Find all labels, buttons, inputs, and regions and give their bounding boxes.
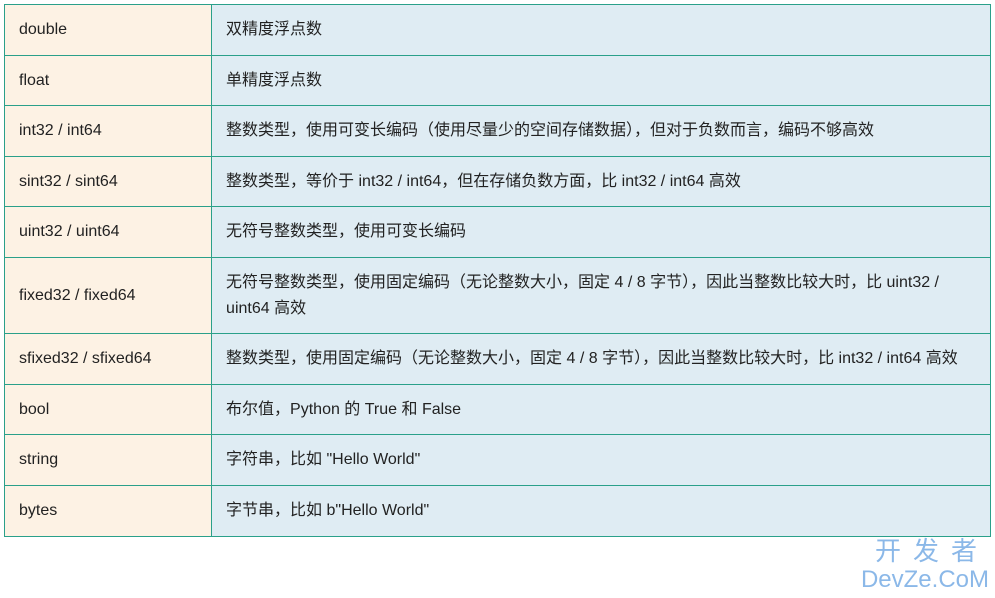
desc-cell: 整数类型，使用可变长编码（使用尽量少的空间存储数据），但对于负数而言，编码不够高… bbox=[212, 106, 991, 157]
type-cell: sint32 / sint64 bbox=[5, 156, 212, 207]
type-cell: bytes bbox=[5, 485, 212, 536]
desc-cell: 整数类型，使用固定编码（无论整数大小，固定 4 / 8 字节），因此当整数比较大… bbox=[212, 334, 991, 385]
table-row: uint32 / uint64 无符号整数类型，使用可变长编码 bbox=[5, 207, 991, 258]
table-row: sfixed32 / sfixed64 整数类型，使用固定编码（无论整数大小，固… bbox=[5, 334, 991, 385]
desc-cell: 双精度浮点数 bbox=[212, 5, 991, 56]
type-cell: fixed32 / fixed64 bbox=[5, 257, 212, 333]
table-row: string 字符串，比如 "Hello World" bbox=[5, 435, 991, 486]
type-cell: uint32 / uint64 bbox=[5, 207, 212, 258]
desc-cell: 整数类型，等价于 int32 / int64，但在存储负数方面，比 int32 … bbox=[212, 156, 991, 207]
desc-cell: 字符串，比如 "Hello World" bbox=[212, 435, 991, 486]
table-row: fixed32 / fixed64 无符号整数类型，使用固定编码（无论整数大小，… bbox=[5, 257, 991, 333]
type-cell: float bbox=[5, 55, 212, 106]
table-row: bool 布尔值，Python 的 True 和 False bbox=[5, 384, 991, 435]
watermark-en: DevZe.CoM bbox=[861, 566, 989, 594]
types-table: double 双精度浮点数 float 单精度浮点数 int32 / int64… bbox=[4, 4, 991, 537]
desc-cell: 无符号整数类型，使用可变长编码 bbox=[212, 207, 991, 258]
type-cell: string bbox=[5, 435, 212, 486]
desc-cell: 字节串，比如 b"Hello World" bbox=[212, 485, 991, 536]
table-row: bytes 字节串，比如 b"Hello World" bbox=[5, 485, 991, 536]
table-row: int32 / int64 整数类型，使用可变长编码（使用尽量少的空间存储数据）… bbox=[5, 106, 991, 157]
desc-cell: 布尔值，Python 的 True 和 False bbox=[212, 384, 991, 435]
table-row: double 双精度浮点数 bbox=[5, 5, 991, 56]
type-cell: sfixed32 / sfixed64 bbox=[5, 334, 212, 385]
type-cell: double bbox=[5, 5, 212, 56]
table-row: float 单精度浮点数 bbox=[5, 55, 991, 106]
desc-cell: 单精度浮点数 bbox=[212, 55, 991, 106]
desc-cell: 无符号整数类型，使用固定编码（无论整数大小，固定 4 / 8 字节），因此当整数… bbox=[212, 257, 991, 333]
watermark: 开发者 DevZe.CoM bbox=[861, 537, 989, 594]
type-cell: bool bbox=[5, 384, 212, 435]
type-cell: int32 / int64 bbox=[5, 106, 212, 157]
table-row: sint32 / sint64 整数类型，等价于 int32 / int64，但… bbox=[5, 156, 991, 207]
watermark-cn: 开发者 bbox=[861, 537, 989, 567]
